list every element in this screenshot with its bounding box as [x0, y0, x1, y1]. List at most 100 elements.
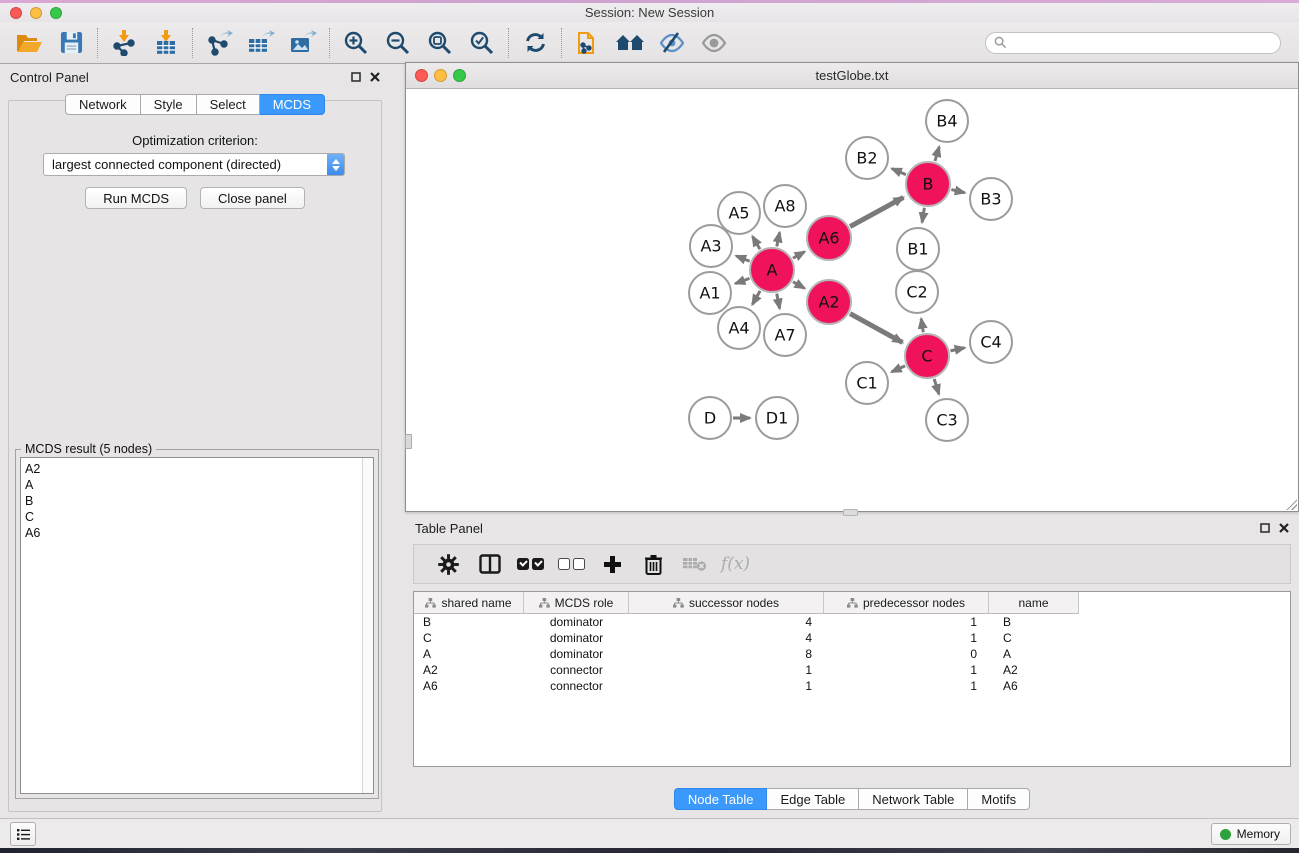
edge-B-B2[interactable]: [892, 169, 906, 175]
mcds-result-item[interactable]: C: [21, 509, 362, 525]
mcds-result-item[interactable]: A2: [21, 461, 362, 477]
optimization-select[interactable]: largest connected component (directed): [43, 153, 345, 176]
table-row[interactable]: Cdominator41C: [414, 630, 1290, 646]
graph-node-B4[interactable]: B4: [926, 100, 968, 142]
edge-A2-C[interactable]: [850, 314, 902, 343]
refresh-icon[interactable]: [514, 25, 556, 61]
edge-B-B4[interactable]: [935, 147, 939, 161]
cell-name[interactable]: A2: [989, 662, 1079, 678]
graph-node-A3[interactable]: A3: [690, 225, 732, 267]
column-header-successor-nodes[interactable]: successor nodes: [629, 592, 824, 614]
column-header-MCDS-role[interactable]: MCDS role: [524, 592, 629, 614]
column-header-predecessor-nodes[interactable]: predecessor nodes: [824, 592, 989, 614]
cell-shared-name[interactable]: B: [414, 614, 524, 630]
cell-name[interactable]: C: [989, 630, 1079, 646]
select-all-columns-icon[interactable]: [512, 547, 549, 581]
table-row[interactable]: A2connector11A2: [414, 662, 1290, 678]
edge-C-C2[interactable]: [921, 319, 923, 333]
cell-MCDS-role[interactable]: connector: [524, 662, 629, 678]
float-panel-icon[interactable]: [1260, 523, 1270, 533]
tab-select[interactable]: Select: [197, 94, 260, 115]
cell-MCDS-role[interactable]: connector: [524, 678, 629, 694]
cell-successor-nodes[interactable]: 4: [629, 614, 824, 630]
network-window-titlebar[interactable]: testGlobe.txt: [406, 63, 1298, 89]
graph-node-A6[interactable]: A6: [807, 216, 851, 260]
edge-A-A2[interactable]: [793, 282, 805, 289]
export-network-icon[interactable]: [198, 25, 240, 61]
graph-node-B2[interactable]: B2: [846, 137, 888, 179]
cell-name[interactable]: A6: [989, 678, 1079, 694]
tab-mcds[interactable]: MCDS: [260, 94, 325, 115]
close-panel-button[interactable]: Close panel: [200, 187, 305, 209]
edge-C-C3[interactable]: [934, 379, 939, 394]
search-field[interactable]: [985, 32, 1281, 54]
create-column-plus-icon[interactable]: [594, 547, 631, 581]
mcds-result-item[interactable]: B: [21, 493, 362, 509]
cell-shared-name[interactable]: A6: [414, 678, 524, 694]
delete-table-icon[interactable]: [676, 547, 713, 581]
edge-A-A7[interactable]: [777, 294, 780, 309]
edge-C-C1[interactable]: [892, 366, 905, 372]
cell-shared-name[interactable]: C: [414, 630, 524, 646]
graph-node-C2[interactable]: C2: [896, 271, 938, 313]
edge-A-A4[interactable]: [752, 291, 760, 305]
tab-node-table[interactable]: Node Table: [674, 788, 768, 810]
zoom-out-icon[interactable]: [377, 25, 419, 61]
list-scrollbar[interactable]: [362, 458, 373, 793]
memory-button[interactable]: Memory: [1211, 823, 1291, 845]
graph-node-A1[interactable]: A1: [689, 272, 731, 314]
edge-A-A1[interactable]: [735, 278, 749, 283]
search-input[interactable]: [1007, 36, 1272, 50]
cell-name[interactable]: A: [989, 646, 1079, 662]
column-header-shared-name[interactable]: shared name: [414, 592, 524, 614]
graph-node-C[interactable]: C: [905, 334, 949, 378]
edge-A-A3[interactable]: [736, 256, 750, 261]
home-icon[interactable]: [609, 25, 651, 61]
cell-predecessor-nodes[interactable]: 1: [824, 678, 989, 694]
import-table-icon[interactable]: [145, 25, 187, 61]
network-graph[interactable]: B4B2BB3A8A5A6A3B1AA1C2A2A4A7C4CC1C3DD1: [406, 89, 1298, 511]
column-header-name[interactable]: name: [989, 592, 1079, 614]
graph-node-A5[interactable]: A5: [718, 192, 760, 234]
close-panel-icon[interactable]: [370, 72, 380, 82]
float-panel-icon[interactable]: [351, 72, 361, 82]
graph-node-C3[interactable]: C3: [926, 399, 968, 441]
graph-node-C1[interactable]: C1: [846, 362, 888, 404]
cell-MCDS-role[interactable]: dominator: [524, 614, 629, 630]
delete-column-trash-icon[interactable]: [635, 547, 672, 581]
edge-A6-B[interactable]: [850, 197, 903, 226]
zoom-in-icon[interactable]: [335, 25, 377, 61]
edge-A-A6[interactable]: [793, 252, 805, 259]
zoom-selected-icon[interactable]: [461, 25, 503, 61]
show-columns-icon[interactable]: [471, 547, 508, 581]
cell-predecessor-nodes[interactable]: 1: [824, 662, 989, 678]
export-table-icon[interactable]: [240, 25, 282, 61]
cell-successor-nodes[interactable]: 4: [629, 630, 824, 646]
save-session-icon[interactable]: [50, 25, 92, 61]
graph-node-B3[interactable]: B3: [970, 178, 1012, 220]
node-table[interactable]: shared nameMCDS rolesuccessor nodesprede…: [413, 591, 1291, 767]
edge-A-A8[interactable]: [777, 232, 780, 246]
cell-shared-name[interactable]: A: [414, 646, 524, 662]
edge-C-C4[interactable]: [950, 348, 964, 351]
tab-network[interactable]: Network: [65, 94, 141, 115]
table-row[interactable]: Bdominator41B: [414, 614, 1290, 630]
cell-shared-name[interactable]: A2: [414, 662, 524, 678]
cell-predecessor-nodes[interactable]: 1: [824, 630, 989, 646]
edge-B-B3[interactable]: [951, 190, 964, 193]
tab-motifs[interactable]: Motifs: [968, 788, 1030, 810]
graph-node-D[interactable]: D: [689, 397, 731, 439]
close-panel-icon[interactable]: [1279, 523, 1289, 533]
cell-successor-nodes[interactable]: 1: [629, 662, 824, 678]
graph-node-A[interactable]: A: [750, 248, 794, 292]
cell-successor-nodes[interactable]: 1: [629, 678, 824, 694]
tab-style[interactable]: Style: [141, 94, 197, 115]
tab-network-table[interactable]: Network Table: [859, 788, 968, 810]
edge-B-B1[interactable]: [922, 208, 924, 223]
task-history-button[interactable]: [10, 822, 36, 846]
graph-node-C4[interactable]: C4: [970, 321, 1012, 363]
cell-MCDS-role[interactable]: dominator: [524, 646, 629, 662]
table-row[interactable]: A6connector11A6: [414, 678, 1290, 694]
window-resize-grip[interactable]: [1285, 498, 1297, 510]
zoom-fit-icon[interactable]: [419, 25, 461, 61]
